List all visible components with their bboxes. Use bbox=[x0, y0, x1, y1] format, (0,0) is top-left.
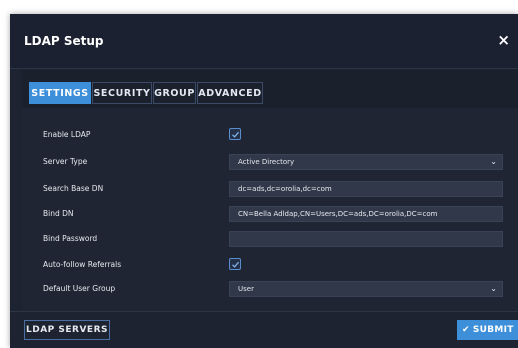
dialog-title: LDAP Setup bbox=[24, 34, 104, 48]
tab-advanced[interactable]: ADVANCED bbox=[197, 82, 263, 104]
ldap-servers-button[interactable]: LDAP SERVERS bbox=[24, 320, 110, 340]
row-search-base-dn: Search Base DN dc=ads,dc=orolia,dc=com bbox=[22, 179, 518, 199]
auto-follow-referrals-label: Auto-follow Referrals bbox=[43, 260, 122, 269]
default-user-group-value: User bbox=[238, 285, 254, 293]
checkmark-icon bbox=[232, 131, 240, 138]
bind-dn-input[interactable]: CN=Bella Adldap,CN=Users,DC=ads,DC=oroli… bbox=[229, 206, 503, 222]
default-user-group-label: Default User Group bbox=[43, 284, 116, 293]
tab-group[interactable]: GROUP bbox=[153, 82, 196, 104]
row-bind-dn: Bind DN CN=Bella Adldap,CN=Users,DC=ads,… bbox=[22, 204, 518, 224]
enable-ldap-label: Enable LDAP bbox=[43, 130, 91, 139]
tab-settings[interactable]: SETTINGS bbox=[29, 82, 91, 104]
default-user-group-select[interactable]: User ⌄ bbox=[229, 281, 503, 297]
enable-ldap-checkbox[interactable] bbox=[229, 128, 241, 140]
server-type-label: Server Type bbox=[43, 157, 88, 166]
bind-password-label: Bind Password bbox=[43, 234, 98, 243]
submit-label: SUBMIT bbox=[472, 325, 514, 335]
checkmark-icon bbox=[232, 261, 240, 268]
tab-bar: SETTINGS SECURITY GROUP ADVANCED bbox=[22, 70, 518, 108]
close-icon[interactable]: × bbox=[497, 31, 510, 49]
bind-dn-label: Bind DN bbox=[43, 209, 74, 218]
settings-form: Enable LDAP Server Type Active Directory… bbox=[22, 109, 518, 311]
footer-divider bbox=[10, 311, 518, 312]
check-icon: ✔ bbox=[462, 325, 470, 335]
chevron-down-icon: ⌄ bbox=[490, 284, 497, 293]
search-base-dn-label: Search Base DN bbox=[43, 184, 104, 193]
submit-button[interactable]: ✔ SUBMIT bbox=[457, 320, 518, 340]
row-auto-follow-referrals: Auto-follow Referrals bbox=[22, 255, 518, 275]
server-type-select[interactable]: Active Directory ⌄ bbox=[229, 154, 503, 170]
dialog-header: LDAP Setup × bbox=[10, 14, 518, 68]
row-default-user-group: Default User Group User ⌄ bbox=[22, 279, 518, 299]
header-divider bbox=[10, 68, 518, 69]
tab-security[interactable]: SECURITY bbox=[92, 82, 152, 104]
row-enable-ldap: Enable LDAP bbox=[22, 125, 518, 145]
ldap-setup-dialog: LDAP Setup × SETTINGS SECURITY GROUP ADV… bbox=[10, 14, 518, 348]
row-bind-password: Bind Password bbox=[22, 229, 518, 249]
search-base-dn-input[interactable]: dc=ads,dc=orolia,dc=com bbox=[229, 181, 503, 197]
server-type-value: Active Directory bbox=[238, 158, 295, 166]
chevron-down-icon: ⌄ bbox=[490, 157, 497, 166]
bind-password-input[interactable] bbox=[229, 231, 503, 247]
row-server-type: Server Type Active Directory ⌄ bbox=[22, 152, 518, 172]
auto-follow-referrals-checkbox[interactable] bbox=[229, 258, 241, 270]
